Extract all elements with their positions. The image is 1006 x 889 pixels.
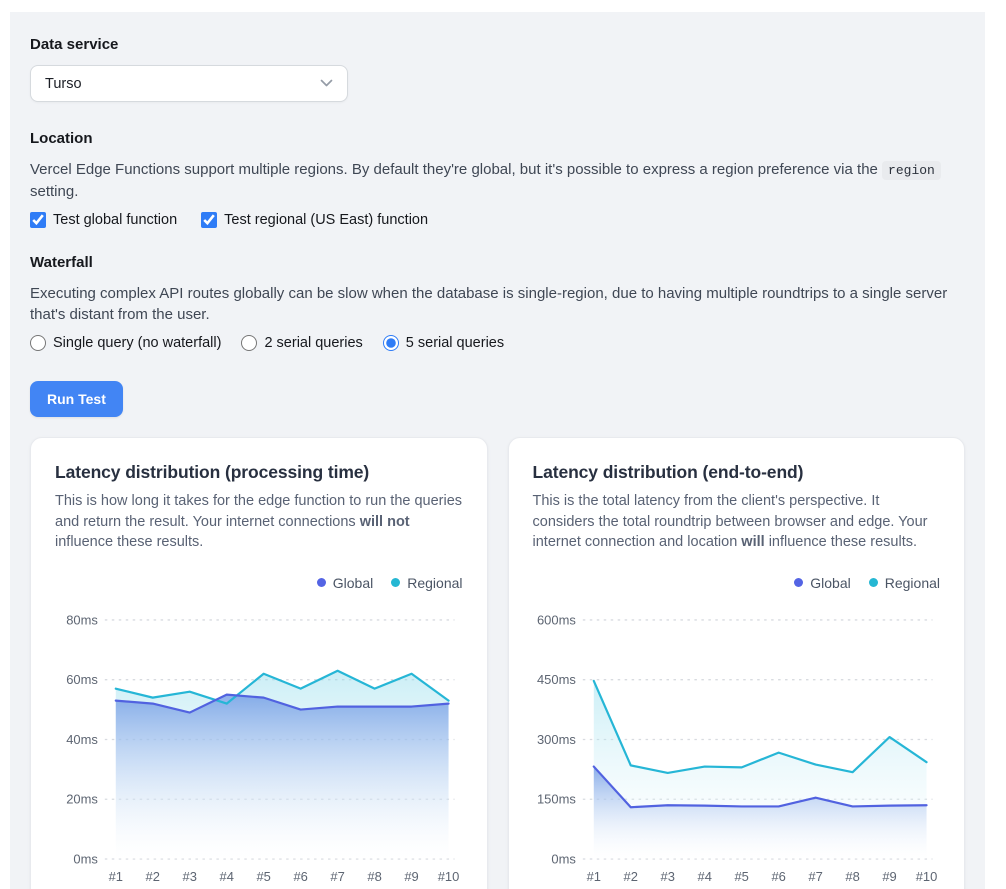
test-global-checkbox[interactable]	[30, 212, 46, 228]
regional-legend-label: Regional	[885, 575, 940, 591]
svg-text:#5: #5	[256, 869, 270, 884]
checkbox-test-global-label: Test global function	[53, 212, 177, 228]
data-service-select-value: Turso	[45, 76, 82, 92]
radio-2-serial-queries-label: 2 serial queries	[264, 335, 362, 351]
processing-time-desc-bold: will not	[360, 514, 410, 530]
two-serial-queries-radio[interactable]	[241, 335, 257, 351]
svg-text:450ms: 450ms	[537, 672, 576, 687]
svg-text:#6: #6	[771, 869, 785, 884]
global-legend-dot	[794, 578, 803, 587]
location-checkbox-row: Test global function Test regional (US E…	[30, 212, 965, 228]
legend-item-global: Global	[794, 575, 850, 591]
checkbox-test-global[interactable]: Test global function	[30, 212, 177, 228]
test-regional-checkbox[interactable]	[201, 212, 217, 228]
regional-legend-label: Regional	[407, 575, 462, 591]
svg-text:#2: #2	[146, 869, 160, 884]
svg-text:60ms: 60ms	[66, 672, 98, 687]
global-legend-label: Global	[333, 575, 373, 591]
data-service-section: Data service Turso	[30, 36, 965, 102]
svg-text:#7: #7	[808, 869, 822, 884]
data-service-heading: Data service	[30, 36, 965, 53]
svg-text:#1: #1	[586, 869, 600, 884]
run-test-button[interactable]: Run Test	[30, 381, 123, 417]
svg-text:#6: #6	[293, 869, 307, 884]
radio-single-query[interactable]: Single query (no waterfall)	[30, 335, 221, 351]
waterfall-radio-row: Single query (no waterfall) 2 serial que…	[30, 335, 965, 351]
checkbox-test-regional[interactable]: Test regional (US East) function	[201, 212, 428, 228]
global-legend-dot	[317, 578, 326, 587]
chevron-down-icon	[320, 79, 333, 88]
regional-legend-dot	[391, 578, 400, 587]
global-legend-label: Global	[810, 575, 850, 591]
location-description-text: Vercel Edge Functions support multiple r…	[30, 161, 878, 178]
svg-text:#10: #10	[438, 869, 460, 884]
svg-text:0ms: 0ms	[73, 851, 97, 866]
location-section: Location Vercel Edge Functions support m…	[30, 130, 965, 228]
svg-text:#4: #4	[220, 869, 234, 884]
main-panel: Data service Turso Location Vercel Edge …	[10, 12, 985, 889]
svg-text:#9: #9	[882, 869, 896, 884]
svg-text:40ms: 40ms	[66, 732, 98, 747]
svg-text:#2: #2	[623, 869, 637, 884]
svg-text:#8: #8	[845, 869, 859, 884]
processing-time-title: Latency distribution (processing time)	[55, 462, 463, 483]
radio-5-serial-queries-label: 5 serial queries	[406, 335, 504, 351]
svg-text:#7: #7	[330, 869, 344, 884]
svg-text:#3: #3	[183, 869, 197, 884]
svg-text:150ms: 150ms	[537, 792, 576, 807]
processing-time-chart: 0ms 20ms 40ms 60ms 80ms #1 #2 #3 #4 #5 #6 #7 #8 #9 #10	[55, 597, 463, 888]
location-description-suffix: setting.	[30, 183, 78, 200]
radio-5-serial-queries[interactable]: 5 serial queries	[383, 335, 504, 351]
end-to-end-title: Latency distribution (end-to-end)	[533, 462, 941, 483]
waterfall-description: Executing complex API routes globally ca…	[30, 283, 965, 327]
svg-text:80ms: 80ms	[66, 612, 98, 627]
single-query-radio[interactable]	[30, 335, 46, 351]
svg-text:600ms: 600ms	[537, 612, 576, 627]
legend-item-regional: Regional	[391, 575, 462, 591]
processing-time-description: This is how long it takes for the edge f…	[55, 491, 463, 553]
end-to-end-description: This is the total latency from the clien…	[533, 491, 941, 553]
legend-item-global: Global	[317, 575, 373, 591]
svg-text:#4: #4	[697, 869, 711, 884]
end-to-end-legend: Global Regional	[533, 575, 941, 591]
radio-single-query-label: Single query (no waterfall)	[53, 335, 221, 351]
checkbox-test-regional-label: Test regional (US East) function	[224, 212, 428, 228]
processing-time-card: Latency distribution (processing time) T…	[30, 437, 488, 889]
svg-text:#9: #9	[404, 869, 418, 884]
data-service-select[interactable]: Turso	[30, 65, 348, 102]
svg-text:#5: #5	[734, 869, 748, 884]
charts-row: Latency distribution (processing time) T…	[30, 437, 965, 889]
location-description: Vercel Edge Functions support multiple r…	[30, 159, 965, 203]
legend-item-regional: Regional	[869, 575, 940, 591]
region-code-chip: region	[882, 161, 941, 180]
svg-text:0ms: 0ms	[551, 851, 575, 866]
svg-text:#8: #8	[367, 869, 381, 884]
svg-text:#1: #1	[109, 869, 123, 884]
five-serial-queries-radio[interactable]	[383, 335, 399, 351]
svg-text:300ms: 300ms	[537, 732, 576, 747]
location-heading: Location	[30, 130, 965, 147]
svg-text:#3: #3	[660, 869, 674, 884]
processing-time-desc-suffix: influence these results.	[55, 534, 203, 550]
radio-2-serial-queries[interactable]: 2 serial queries	[241, 335, 362, 351]
svg-text:#10: #10	[915, 869, 937, 884]
end-to-end-desc-bold: will	[741, 534, 764, 550]
regional-legend-dot	[869, 578, 878, 587]
waterfall-section: Waterfall Executing complex API routes g…	[30, 254, 965, 352]
end-to-end-chart: 0ms 150ms 300ms 450ms 600ms #1 #2 #3 #4 #5 #6 #7 #8 #…	[533, 597, 941, 888]
end-to-end-desc-suffix: influence these results.	[765, 534, 917, 550]
end-to-end-card: Latency distribution (end-to-end) This i…	[508, 437, 966, 889]
waterfall-heading: Waterfall	[30, 254, 965, 271]
svg-text:20ms: 20ms	[66, 792, 98, 807]
processing-time-legend: Global Regional	[55, 575, 463, 591]
